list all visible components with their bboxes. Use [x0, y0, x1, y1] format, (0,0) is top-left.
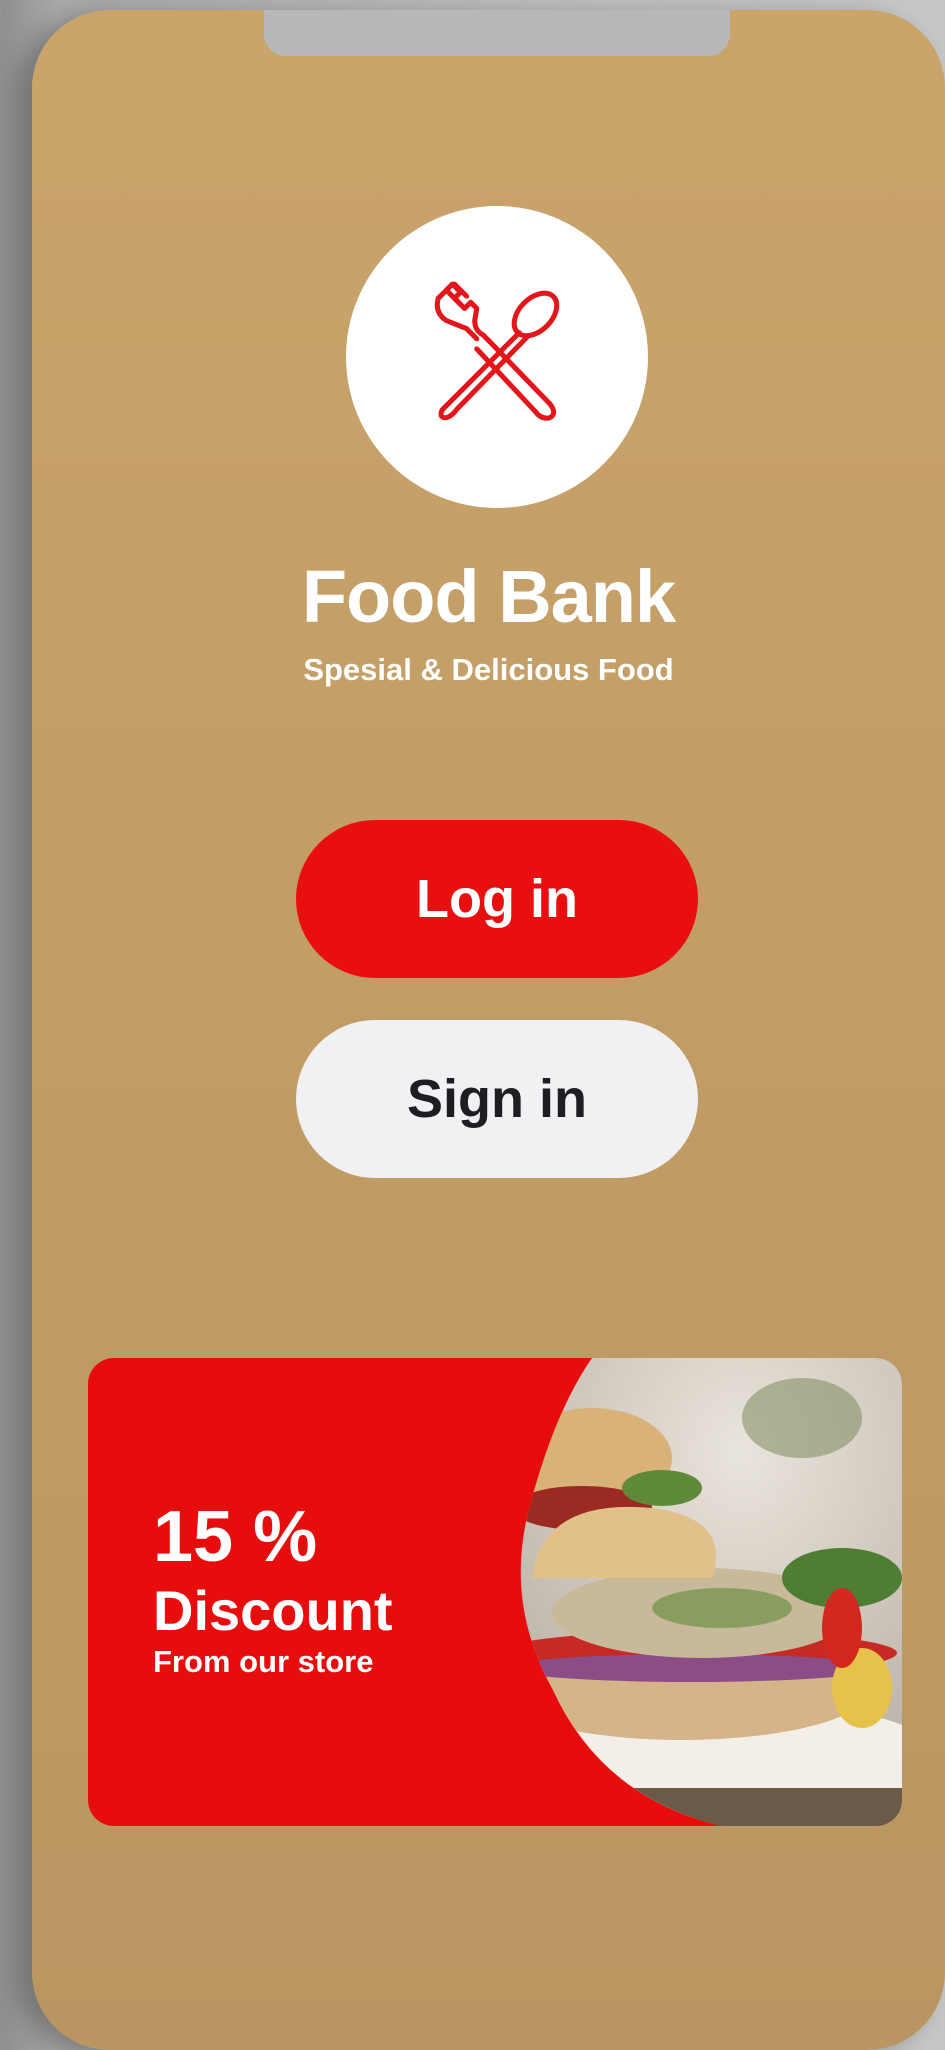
login-button[interactable]: Log in — [296, 820, 698, 978]
promo-percent: 15 % — [153, 1497, 318, 1577]
app-logo — [346, 206, 648, 508]
promo-text: 15 % Discount From our store — [153, 1494, 393, 1682]
promo-banner[interactable]: 15 % Discount From our store — [88, 1358, 902, 1826]
signin-button[interactable]: Sign in — [296, 1020, 698, 1178]
burger-image — [520, 1358, 902, 1826]
app-title: Food Bank — [301, 555, 676, 638]
promo-caption: From our store — [153, 1644, 374, 1679]
app-subtitle: Spesial & Delicious Food — [303, 652, 674, 687]
phone-notch — [264, 10, 730, 56]
fork-spoon-icon — [434, 281, 560, 421]
promo-headline: Discount — [153, 1579, 393, 1642]
phone-screen: Food Bank Spesial & Delicious Food Log i… — [32, 10, 945, 2050]
